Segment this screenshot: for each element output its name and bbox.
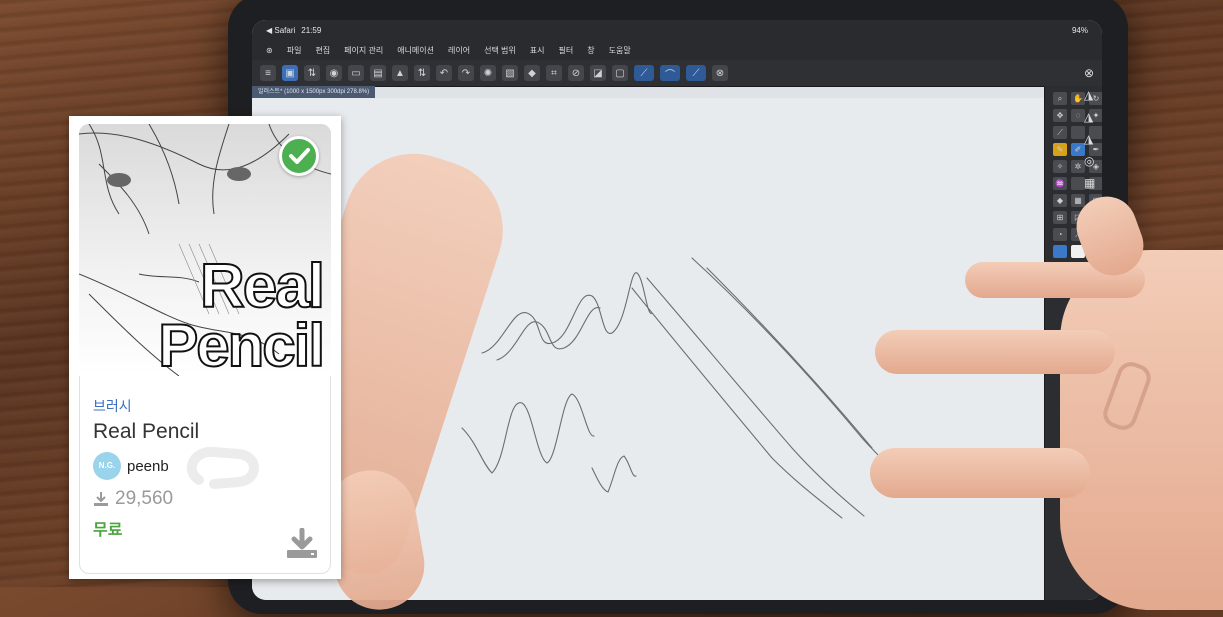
swap-icon[interactable]: ⇅ [304, 65, 320, 81]
menu-view[interactable]: 표시 [530, 45, 545, 56]
pencil-tool-icon[interactable]: ✎ [1053, 143, 1067, 156]
fill-bucket-icon[interactable]: ◆ [524, 65, 540, 81]
clear-icon[interactable]: ▧ [502, 65, 518, 81]
frame-icon[interactable]: ▢ [612, 65, 628, 81]
camera-icon[interactable]: ◉ [326, 65, 342, 81]
save-icon[interactable]: ▲ [392, 65, 408, 81]
close-icon[interactable]: ⊗ [1084, 66, 1104, 88]
decoration-tool-icon[interactable]: ✲ [1071, 160, 1085, 173]
open-folder-icon[interactable]: ▤ [370, 65, 386, 81]
fill-tool-icon[interactable]: ◆ [1053, 194, 1067, 207]
price-label: 무료 [93, 522, 123, 539]
download-count: 29,560 [93, 488, 173, 510]
menu-bar: ⊛ 파일 편집 페이지 관리 애니메이션 레이어 선택 범위 표시 필터 창 도… [252, 40, 1102, 60]
right-hand-finger-3 [870, 448, 1090, 498]
ruler-snap-icon[interactable]: ⟋ [686, 65, 706, 81]
download-button[interactable] [285, 528, 319, 560]
menu-page-management[interactable]: 페이지 관리 [344, 45, 383, 56]
thumbnail-title-line1: Real [199, 252, 326, 321]
sub-tool-icon[interactable]: ◮ [1084, 132, 1104, 154]
battery-level: 94% [1071, 25, 1088, 35]
material-icon[interactable]: ▦ [1084, 176, 1104, 198]
asset-card-body: Real Pencil 브러시 Real Pencil N.G. peenb 2… [79, 124, 331, 574]
ruler-curve-icon[interactable]: ⌒ [660, 65, 680, 81]
right-hand-finger-2 [875, 330, 1115, 374]
author-name[interactable]: peenb [127, 458, 169, 475]
status-time: 21:59 [301, 25, 322, 35]
frame-border-tool-icon[interactable]: ⊞ [1053, 211, 1067, 224]
menu-layer[interactable]: 레이어 [448, 45, 470, 56]
blank-slot-1 [1071, 126, 1085, 139]
status-bar: ◀ Safari 21:59 94% [252, 20, 1102, 40]
asset-card[interactable]: Real Pencil 브러시 Real Pencil N.G. peenb 2… [69, 116, 341, 579]
crop-icon[interactable]: ⌗ [546, 65, 562, 81]
layer-property-icon[interactable]: ◮ [1084, 88, 1104, 110]
right-hand-palm [1060, 250, 1223, 610]
sort-icon[interactable]: ⇅ [414, 65, 430, 81]
balloon-tool-icon[interactable]: ◔ [1053, 228, 1067, 241]
asset-category[interactable]: 브러시 [93, 396, 132, 416]
menu-window[interactable]: 창 [587, 45, 594, 56]
airbrush-tool-icon[interactable]: ✧ [1053, 160, 1067, 173]
layer-tool-icon[interactable]: ▣ [282, 65, 298, 81]
command-bar: ≡ ▣ ⇅ ◉ ▭ ▤ ▲ ⇅ ↶ ↷ ✺ ▧ ◆ ⌗ ⊘ ◪ ▢ ⟋ ⌒ ⟋ … [252, 60, 1102, 87]
main-color-swatch[interactable] [1053, 245, 1067, 258]
transform-icon[interactable]: ⊗ [712, 65, 728, 81]
blend-tool-icon[interactable]: ♒ [1053, 177, 1067, 190]
hide-selection-icon[interactable]: ⊘ [568, 65, 584, 81]
hand-tool-icon[interactable]: ✋ [1071, 92, 1085, 105]
document-tab[interactable]: 일러스트* (1000 x 1500px 300dpi 278.8%) [252, 86, 376, 98]
zoom-tool-icon[interactable]: ⌕ [1053, 92, 1067, 105]
menu-help[interactable]: 도움말 [609, 45, 631, 56]
gradient-tool-icon[interactable]: ▦ [1071, 194, 1085, 207]
tone-icon[interactable]: ◪ [590, 65, 606, 81]
asset-thumbnail[interactable]: Real Pencil [79, 124, 331, 376]
asset-name[interactable]: Real Pencil [93, 420, 199, 444]
move-tool-icon[interactable]: ✥ [1053, 109, 1067, 122]
brush-tool-icon[interactable]: ✐ [1071, 143, 1085, 156]
menu-filter[interactable]: 필터 [559, 45, 574, 56]
asset-author[interactable]: N.G. peenb [93, 452, 169, 480]
download-count-icon [94, 492, 108, 506]
menu-selection[interactable]: 선택 범위 [484, 45, 516, 56]
blank-slot-3 [1071, 177, 1085, 190]
side-command-column: ⊗ ◮ ◮ ◮ ◎ ▦ [1084, 66, 1104, 198]
new-canvas-icon[interactable]: ▭ [348, 65, 364, 81]
layer-list-icon[interactable]: ◮ [1084, 110, 1104, 132]
ruler-line-icon[interactable]: ⟋ [634, 65, 654, 81]
lasso-tool-icon[interactable]: ◌ [1071, 109, 1085, 122]
menu-animation[interactable]: 애니메이션 [397, 45, 434, 56]
redo-icon[interactable]: ↷ [458, 65, 474, 81]
hamburger-menu-icon[interactable]: ≡ [260, 65, 276, 81]
undo-icon[interactable]: ↶ [436, 65, 452, 81]
clip-studio-watermark-icon [186, 446, 259, 489]
settings-gear-icon[interactable]: ✺ [480, 65, 496, 81]
download-count-value: 29,560 [115, 488, 174, 509]
menu-file[interactable]: 파일 [287, 45, 302, 56]
menu-edit[interactable]: 편집 [315, 45, 330, 56]
back-to-safari-link[interactable]: ◀ Safari [266, 26, 295, 35]
avatar: N.G. [93, 452, 121, 480]
thumbnail-title-line2: Pencil [157, 312, 326, 377]
downloaded-check-icon [279, 136, 319, 176]
navigator-icon[interactable]: ◎ [1084, 154, 1104, 176]
app-logo-icon[interactable]: ⊛ [266, 46, 273, 55]
eyedropper-tool-icon[interactable]: ⟋ [1053, 126, 1067, 139]
